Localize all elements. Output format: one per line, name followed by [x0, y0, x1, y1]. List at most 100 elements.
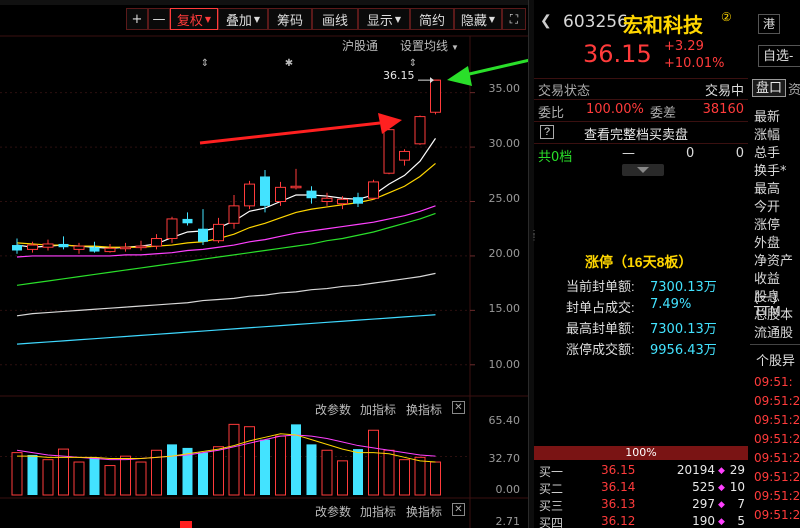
hk-button[interactable]: 港	[758, 14, 780, 34]
candle-body	[306, 190, 317, 199]
bid-count: 29	[729, 463, 745, 477]
volume-bar	[306, 444, 317, 495]
candle-body	[182, 218, 193, 224]
collapse-asks-button[interactable]	[622, 164, 664, 176]
tick-header[interactable]: 个股异	[756, 350, 795, 369]
view-full-orderbook-link[interactable]: 查看完整档买卖盘	[584, 124, 688, 143]
volume-switch-indicator-link[interactable]: 换指标	[406, 401, 442, 418]
candle-body	[135, 245, 147, 249]
set-ma-button[interactable]: 设置均线 ▼	[400, 37, 459, 54]
price-axis-label: 20.00	[488, 247, 521, 260]
event-diamond-icon: ⇕	[201, 58, 209, 69]
simple-mode-button[interactable]: 简约	[410, 8, 454, 30]
chips-button[interactable]: 筹码	[268, 8, 312, 30]
bid-label: 买二	[539, 482, 564, 496]
macd-bar-marker	[180, 521, 192, 528]
tick-time[interactable]: 09:51:2	[754, 451, 800, 465]
limit-up-stat-value: 9956.43万	[650, 343, 717, 358]
bid-row[interactable]: 买一 36.15 20194 ◆ 29	[535, 463, 747, 480]
volume-bar	[275, 435, 286, 496]
volume-edit-params-link[interactable]: 改参数	[315, 401, 351, 418]
divider	[750, 344, 800, 345]
weibi-value: 100.00%	[586, 102, 644, 117]
candle-body	[337, 198, 348, 205]
candle-body	[290, 185, 302, 189]
ask-cnt: 0	[735, 146, 744, 161]
candle-body	[244, 183, 255, 207]
volume-bar	[42, 459, 54, 496]
hutong-link[interactable]: 沪股通	[342, 37, 378, 54]
tick-time[interactable]: 09:51:2	[754, 394, 800, 408]
limit-up-title: 涨停（16天8板）	[585, 254, 693, 270]
limit-up-stat-label: 涨停成交额:	[566, 342, 635, 357]
price-axis-label: 30.00	[488, 137, 521, 150]
tick-time[interactable]: 09:51:2	[754, 508, 800, 522]
bid-count: 10	[729, 480, 745, 494]
overlay-label: 叠加	[225, 13, 252, 29]
limit-up-stat-label: 当前封单额:	[566, 279, 635, 294]
macd-add-indicator-link[interactable]: 加指标	[360, 503, 396, 520]
quote-field-label: 涨幅	[754, 128, 781, 143]
tick-time[interactable]: 09:51:	[754, 375, 793, 389]
tick-time[interactable]: 09:51:2	[754, 470, 800, 484]
quote-field-label: 涨停	[754, 218, 781, 233]
limit-up-stat-label: 最高封单额:	[566, 321, 635, 336]
volume-bar	[321, 449, 333, 496]
price-marker-label: 36.15	[383, 69, 415, 82]
overlay-button[interactable]: 叠加 ▼	[218, 8, 268, 30]
diamond-icon: ◆	[718, 483, 725, 493]
tick-time[interactable]: 09:51:2	[754, 413, 800, 427]
fuquan-button[interactable]: 复权 ▼	[170, 8, 218, 30]
diamond-icon: ◆	[718, 466, 725, 476]
set-ma-label: 设置均线	[400, 39, 449, 53]
candle-body	[166, 218, 178, 240]
close-icon[interactable]: ✕	[452, 401, 465, 414]
expand-icon[interactable]: ⛶	[502, 8, 526, 30]
bid-count: 7	[737, 497, 745, 511]
bid-row[interactable]: 买三 36.13 297 ◆ 7	[535, 497, 747, 514]
bid-price: 36.15	[601, 463, 636, 477]
candle-body	[414, 116, 426, 145]
quote-field-label: 最高	[754, 182, 781, 197]
tick-time[interactable]: 09:51:2	[754, 432, 800, 446]
close-icon[interactable]: ✕	[452, 503, 465, 516]
candle-body	[368, 181, 379, 199]
macd-switch-indicator-link[interactable]: 换指标	[406, 503, 442, 520]
volume-bar	[383, 449, 395, 496]
quote-field-label: 外盘	[754, 236, 781, 251]
kline-chart[interactable]: ⇕ ✱ ⇕	[0, 0, 528, 528]
green-annotation-arrow	[464, 58, 528, 77]
limit-up-stat-value: 7.49%	[650, 297, 692, 312]
display-label: 显示	[366, 13, 393, 29]
bid-row[interactable]: 买四 36.12 190 ◆ 5	[535, 514, 747, 528]
tab-zi[interactable]: 资	[788, 79, 800, 98]
price-axis-label: 10.00	[488, 358, 521, 371]
help-icon[interactable]: ?	[540, 125, 554, 139]
draw-line-button[interactable]: 画线	[312, 8, 358, 30]
zoom-out-button[interactable]: —	[148, 8, 170, 30]
tab-pankou[interactable]: 盘口	[752, 79, 786, 97]
volume-bar	[89, 457, 100, 495]
macd-edit-params-link[interactable]: 改参数	[315, 503, 351, 520]
volume-add-indicator-link[interactable]: 加指标	[360, 401, 396, 418]
candle-body	[58, 243, 69, 248]
weibi-row: 委比 100.00% 委差 38160	[538, 102, 748, 121]
trade-status-label: 交易状态	[538, 84, 591, 99]
bid-row[interactable]: 买二 36.14 525 ◆ 10	[535, 480, 747, 497]
candle-body	[275, 186, 286, 203]
chevron-down-icon: ▼	[488, 14, 496, 24]
zoom-in-button[interactable]: +	[126, 8, 148, 30]
bid-price: 36.12	[601, 514, 636, 528]
candle-body	[151, 238, 162, 247]
volume-bar	[213, 446, 224, 496]
fuquan-label: 复权	[176, 13, 203, 29]
display-button[interactable]: 显示 ▼	[358, 8, 410, 30]
hide-button[interactable]: 隐藏 ▼	[454, 8, 502, 30]
prev-stock-icon[interactable]: ❮	[540, 12, 552, 29]
price-axis-label: 35.00	[488, 82, 521, 95]
hide-label: 隐藏	[460, 13, 487, 29]
volume-bar	[414, 456, 426, 496]
bid-volume: 297	[692, 497, 715, 511]
add-watchlist-button[interactable]: 自选-	[758, 45, 800, 67]
tick-time[interactable]: 09:51:2	[754, 489, 800, 503]
